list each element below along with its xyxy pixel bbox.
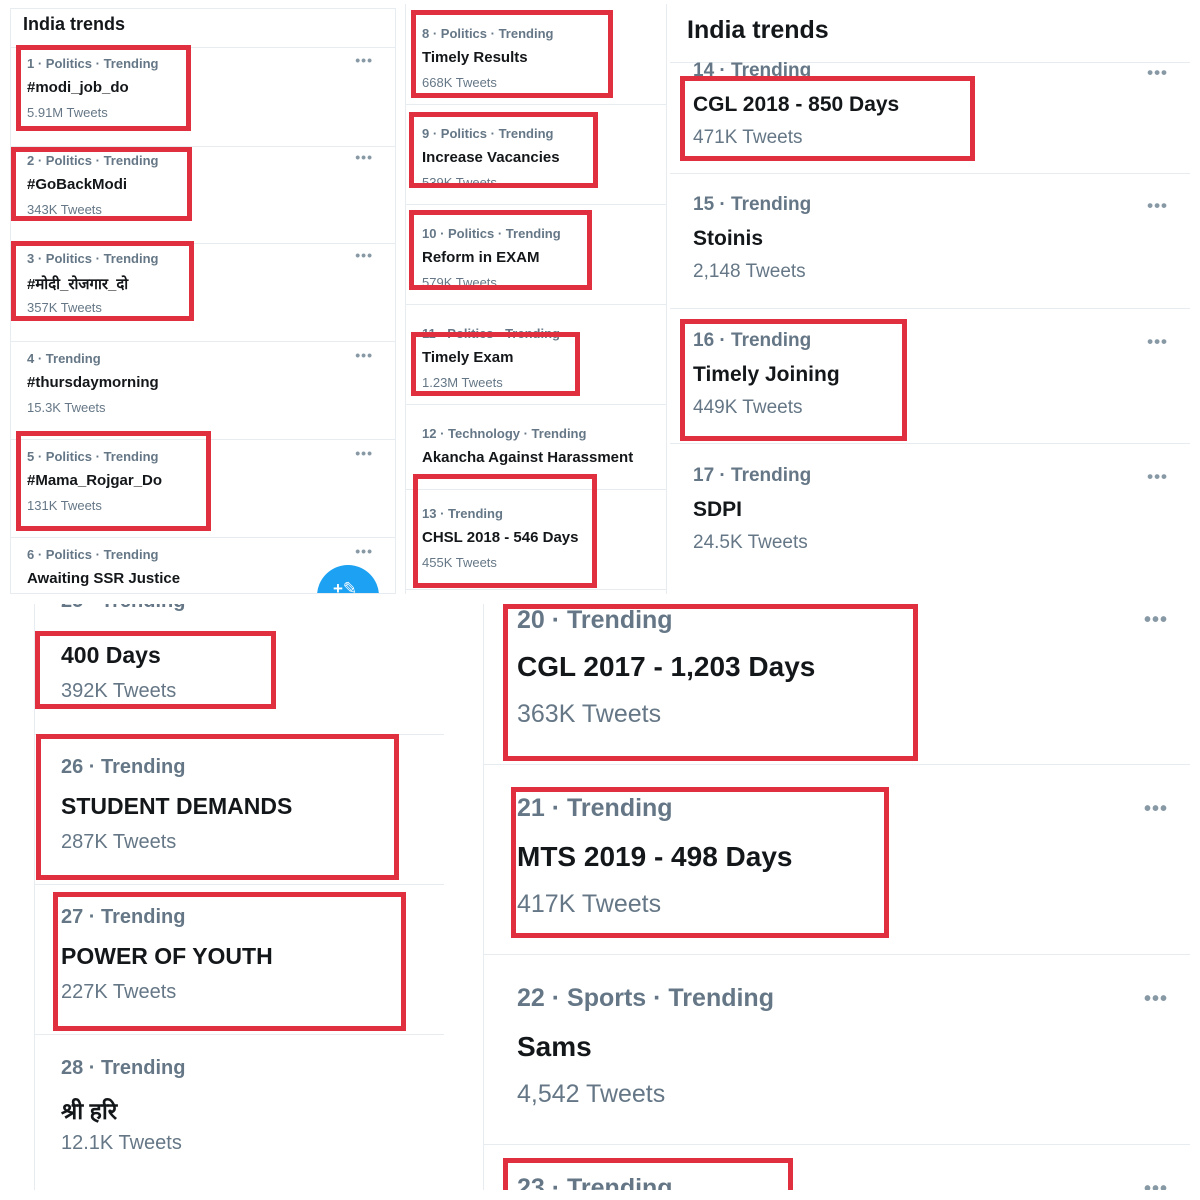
trends-panel-4: 25 · Trending 400 Days 392K Tweets 26 · …	[34, 604, 444, 1190]
trend-count: 24.5K Tweets	[693, 532, 808, 553]
highlight-box	[16, 45, 191, 131]
trends-panel-3: India trends 14 · Trending CGL 2018 - 85…	[670, 4, 1190, 578]
more-horizontal-icon[interactable]: •••	[1147, 63, 1168, 83]
highlight-box	[53, 892, 406, 1031]
trend-meta: 17 · Trending	[693, 465, 812, 486]
highlight-box	[409, 210, 592, 290]
compose-tweet-icon: +✎	[333, 579, 358, 594]
more-horizontal-icon[interactable]: •••	[1144, 988, 1168, 1011]
more-horizontal-icon[interactable]: •••	[1144, 798, 1168, 821]
trend-name: Stoinis	[693, 227, 764, 250]
highlight-box	[511, 787, 889, 938]
trend-meta: 22 · Sports · Trending	[517, 984, 774, 1012]
trend-meta: 6 · Politics · Trending	[27, 547, 159, 562]
trend-name: Akancha Against Harassment	[422, 449, 634, 466]
highlight-box	[11, 147, 192, 221]
panel-title: India trends	[23, 14, 126, 34]
trend-name: SDPI	[693, 498, 743, 521]
more-horizontal-icon[interactable]: •••	[355, 445, 373, 461]
trend-item-15[interactable]: 15 · Trending Stoinis 2,148 Tweets •••	[670, 172, 1190, 309]
highlight-box	[16, 431, 211, 531]
trend-meta: 4 · Trending	[27, 351, 101, 366]
trend-name: श्री हरि	[61, 1098, 118, 1124]
trend-item-28[interactable]: 28 · Trending श्री हरि 12.1K Tweets	[35, 1034, 444, 1190]
trend-count: 4,542 Tweets	[517, 1080, 666, 1108]
highlight-box	[680, 76, 975, 161]
trends-panel-2: 8 · Politics · Trending Timely Results 6…	[405, 4, 667, 594]
more-horizontal-icon[interactable]: •••	[1147, 467, 1168, 487]
trend-count: 2,148 Tweets	[693, 261, 806, 282]
more-horizontal-icon[interactable]: •••	[1147, 332, 1168, 352]
highlight-box	[35, 631, 276, 709]
highlight-box	[411, 332, 580, 396]
more-horizontal-icon[interactable]: •••	[355, 149, 373, 165]
highlight-box	[503, 1158, 793, 1190]
trend-meta: 15 · Trending	[693, 194, 812, 215]
trend-item-22[interactable]: 22 · Sports · Trending Sams 4,542 Tweets…	[484, 954, 1190, 1145]
more-horizontal-icon[interactable]: •••	[1147, 196, 1168, 216]
trend-name: Awaiting SSR Justice	[27, 570, 181, 587]
trend-meta: 28 · Trending	[61, 1057, 186, 1079]
trends-panel-1: India trends 1 · Politics · Trending #mo…	[10, 8, 396, 594]
highlight-box	[503, 604, 918, 761]
more-horizontal-icon[interactable]: •••	[1144, 1178, 1168, 1190]
trend-meta: 12 · Technology · Trending	[422, 426, 587, 441]
highlight-box	[36, 734, 399, 880]
trends-panel-5: 20 · Trending CGL 2017 - 1,203 Days 363K…	[483, 604, 1190, 1190]
panel-title: India trends	[687, 16, 829, 44]
more-horizontal-icon[interactable]: •••	[355, 52, 373, 68]
trend-name: #thursdaymorning	[27, 374, 159, 391]
trend-item-17[interactable]: 17 · Trending SDPI 24.5K Tweets •••	[670, 443, 1190, 578]
highlight-box	[413, 474, 597, 588]
trend-meta: 25 · Trending	[61, 604, 185, 613]
highlight-box	[409, 112, 598, 188]
trend-name: Sams	[517, 1031, 592, 1062]
trend-count: 15.3K Tweets	[27, 400, 106, 415]
trend-item-4[interactable]: 4 · Trending #thursdaymorning 15.3K Twee…	[11, 341, 395, 440]
more-horizontal-icon[interactable]: •••	[1144, 609, 1168, 632]
highlight-box	[11, 241, 194, 321]
trend-count: 12.1K Tweets	[61, 1132, 182, 1154]
more-horizontal-icon[interactable]: •••	[355, 543, 373, 559]
more-horizontal-icon[interactable]: •••	[355, 247, 373, 263]
highlight-box	[680, 319, 907, 441]
highlight-box	[411, 10, 613, 98]
more-horizontal-icon[interactable]: •••	[355, 347, 373, 363]
